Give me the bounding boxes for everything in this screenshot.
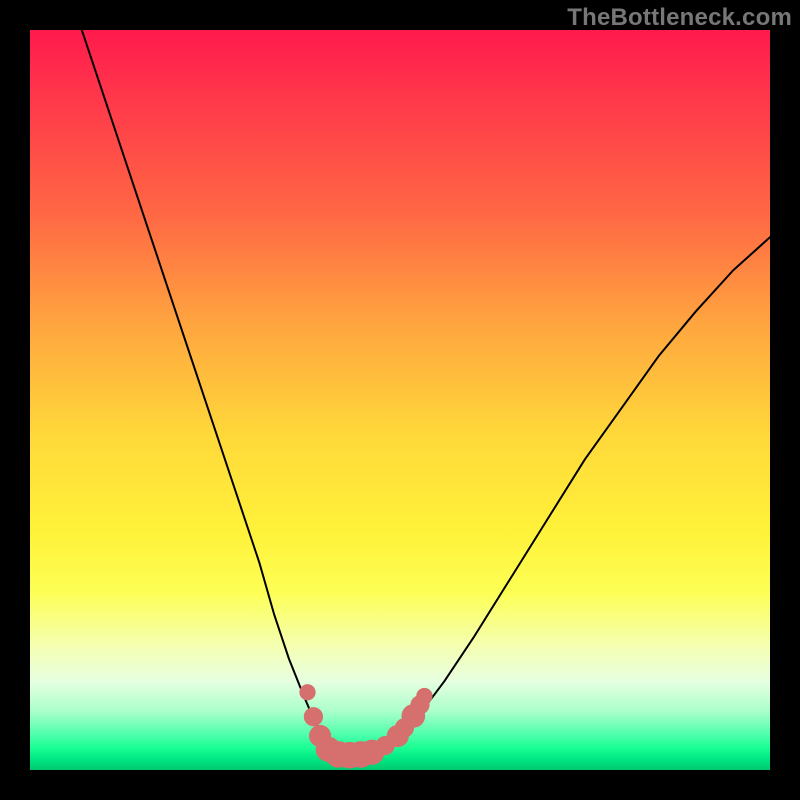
highlight-dot: [304, 707, 323, 726]
chart-frame: TheBottleneck.com: [0, 0, 800, 800]
bottleneck-curve: [82, 30, 770, 755]
chart-plot-area: [30, 30, 770, 770]
watermark-text: TheBottleneck.com: [567, 4, 792, 32]
chart-svg: [30, 30, 770, 770]
highlight-dot: [299, 684, 315, 700]
highlight-dot: [416, 688, 432, 704]
